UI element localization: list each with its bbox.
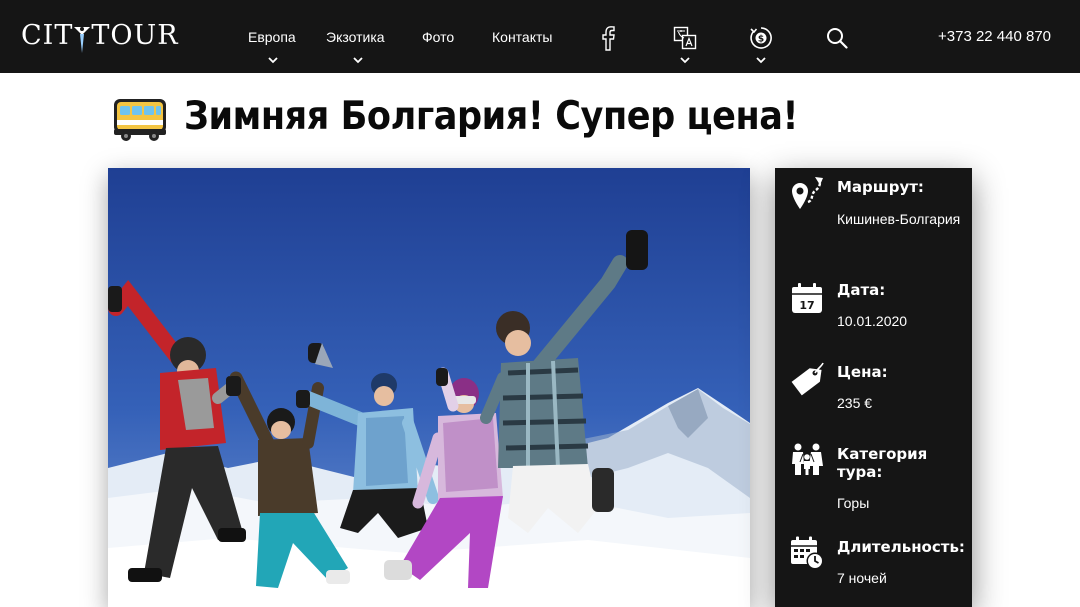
- route-value: Кишинев-Болгария: [837, 211, 961, 227]
- chevron-down-icon[interactable]: [353, 57, 363, 64]
- nav-contacts-label: Контакты: [492, 29, 553, 45]
- nav-photo-label: Фото: [422, 29, 455, 45]
- logo-text-left: CIT: [21, 20, 74, 51]
- tour-info-panel: Маршрут: Кишинев-Болгария 17 Дата: 10.01…: [775, 168, 972, 607]
- calendar-clock-icon: [791, 536, 824, 570]
- top-navbar: CIT TOUR Европа Экзотика Фото Контакты $ …: [0, 0, 1080, 73]
- facebook-icon[interactable]: [600, 25, 616, 51]
- nav-exotic-label: Экзотика: [326, 29, 385, 45]
- duration-label: Длительность:: [837, 538, 965, 556]
- page-title: Зимняя Болгария! Супер цена!: [184, 94, 799, 139]
- bus-icon: [114, 99, 166, 141]
- nav-europe[interactable]: Европа: [248, 28, 296, 46]
- nav-exotic[interactable]: Экзотика: [326, 28, 385, 46]
- route-label: Маршрут:: [837, 178, 924, 196]
- date-label: Дата:: [837, 281, 886, 299]
- calendar-day-text: 17: [799, 299, 814, 312]
- route-icon: [792, 177, 823, 209]
- tour-photo: [108, 168, 750, 607]
- chevron-down-icon[interactable]: [680, 57, 690, 64]
- category-value: Горы: [837, 495, 870, 511]
- chevron-down-icon[interactable]: [756, 57, 766, 64]
- nav-contacts[interactable]: Контакты: [492, 28, 552, 46]
- chevron-down-icon[interactable]: [268, 57, 278, 64]
- logo-text-right: TOUR: [91, 20, 179, 51]
- price-tag-icon: [791, 362, 824, 396]
- tour-photo-image: [108, 168, 750, 607]
- site-logo[interactable]: CIT TOUR: [21, 18, 179, 54]
- svg-text:$: $: [758, 35, 764, 45]
- nav-photo[interactable]: Фото: [422, 28, 454, 46]
- search-icon[interactable]: [826, 27, 848, 49]
- phone-number[interactable]: +373 22 440 870: [938, 28, 1051, 46]
- date-value: 10.01.2020: [837, 313, 908, 329]
- price-value: 235 €: [837, 395, 873, 411]
- nav-europe-label: Европа: [248, 29, 296, 45]
- category-label: Категория тура:: [837, 445, 928, 481]
- translate-icon[interactable]: [673, 26, 697, 50]
- duration-value: 7 ночей: [837, 570, 887, 586]
- calendar-icon: 17: [792, 283, 822, 313]
- currency-icon[interactable]: $: [749, 26, 773, 50]
- family-icon: [792, 443, 823, 475]
- price-label: Цена:: [837, 363, 888, 381]
- map-pin-icon: [73, 18, 91, 54]
